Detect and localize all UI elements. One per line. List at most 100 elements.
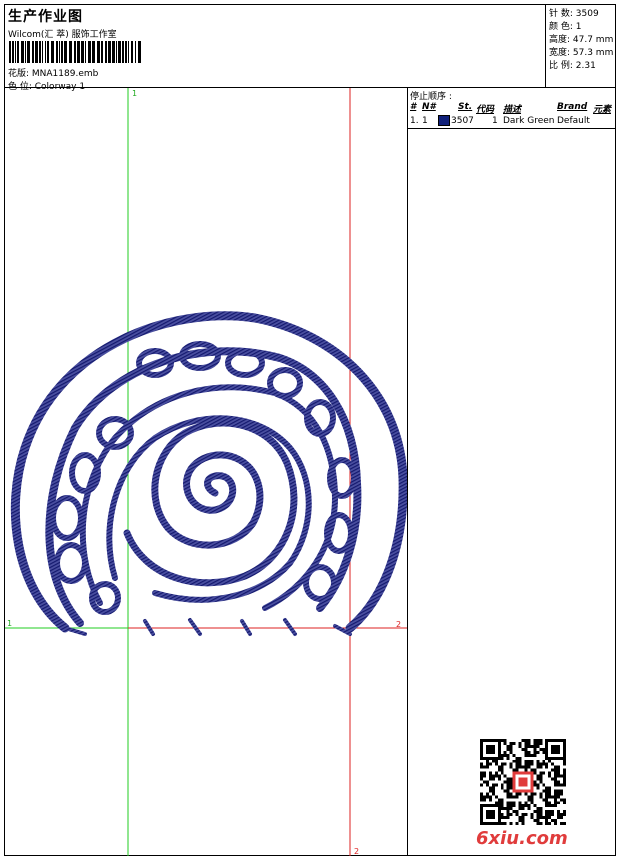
barcode-bar [27, 41, 30, 63]
stat-label: 比 例: [549, 61, 576, 71]
qr-module [480, 765, 483, 769]
qr-module [539, 816, 543, 820]
qr-module [545, 792, 549, 796]
qr-module [539, 795, 543, 799]
qr-module [518, 807, 522, 811]
qr-module [527, 762, 531, 766]
qr-module [536, 762, 540, 766]
barcode-bar [118, 41, 121, 63]
page-title: 生产作业图 [8, 9, 83, 25]
qr-module [554, 771, 558, 775]
qr-module [557, 783, 561, 787]
qr-module [536, 739, 540, 742]
qr-module [545, 798, 549, 802]
qr-module [515, 792, 519, 796]
qr-module [536, 783, 540, 787]
qr-module [536, 777, 540, 781]
qr-module [500, 786, 504, 790]
qr-module [557, 771, 561, 775]
qr-module [557, 789, 561, 793]
qr-module [542, 750, 546, 754]
qr-module [527, 750, 531, 754]
design-file-label: 花版: [8, 69, 32, 79]
qr-module [563, 822, 566, 825]
qr-module [536, 786, 540, 790]
qr-module [494, 771, 498, 775]
qr-module [536, 810, 540, 814]
qr-module [500, 768, 504, 772]
barcode-bar [47, 41, 49, 63]
qr-module [515, 756, 519, 760]
qr-module [527, 765, 531, 769]
qr-module [506, 810, 510, 814]
qr-module [509, 807, 513, 811]
qr-module [512, 810, 516, 814]
qr-module [533, 744, 537, 748]
barcode [9, 41, 141, 63]
header-info: 生产作业图 Wilcom(汇 萃) 服饰工作室 花版: MNA1189.emb … [5, 5, 545, 92]
row-description: Dark Green [503, 116, 555, 126]
qr-module [548, 816, 552, 820]
qr-module [503, 762, 507, 766]
qr-module [563, 774, 566, 778]
qr-module [563, 801, 566, 805]
qr-module [530, 768, 534, 772]
qr-module [533, 783, 537, 787]
qr-module [518, 756, 522, 760]
col-header-stitches: St. [458, 102, 473, 112]
qr-module [560, 816, 564, 820]
stat-label: 高度: [549, 35, 573, 45]
qr-module [503, 774, 507, 778]
stat-colors: 颜 色: 1 [549, 19, 582, 32]
qr-module [536, 813, 540, 817]
qr-module [548, 795, 552, 799]
qr-module [512, 753, 516, 757]
qr-module [509, 801, 513, 805]
qr-module [557, 801, 561, 805]
qr-module [563, 768, 566, 772]
qr-module [506, 744, 510, 748]
qr-module [509, 750, 513, 754]
barcode-bar [97, 41, 100, 63]
qr-module [488, 789, 492, 793]
row-brand: Default [557, 116, 590, 126]
qr-module [485, 765, 489, 769]
qr-module [563, 798, 566, 802]
qr-module [530, 759, 534, 763]
barcode-bar [61, 41, 63, 63]
qr-module [554, 789, 558, 793]
qr-module [551, 813, 555, 817]
qr-module [512, 804, 516, 808]
stat-stitches: 针 数: 3509 [549, 6, 599, 19]
qr-module [518, 759, 522, 763]
qr-module [518, 741, 522, 745]
qr-module [524, 739, 528, 742]
qr-code [480, 739, 566, 825]
qr-module [533, 819, 537, 823]
qr-module [506, 807, 510, 811]
qr-module [533, 810, 537, 814]
qr-module [551, 744, 561, 754]
qr-module [509, 777, 513, 781]
qr-module [500, 822, 504, 825]
qr-module [542, 789, 546, 793]
qr-module [533, 750, 537, 754]
qr-module [542, 759, 546, 763]
barcode-bar [74, 41, 76, 63]
qr-module [536, 819, 540, 823]
qr-module [530, 792, 534, 796]
qr-module [536, 765, 540, 769]
qr-module [557, 774, 561, 778]
barcode-bar [101, 41, 103, 63]
stat-value: 57.3 mm [572, 48, 614, 58]
col-header-element: 元素 [593, 105, 612, 115]
barcode-bar [42, 41, 43, 63]
barcode-bar [125, 41, 127, 63]
qr-module [554, 792, 558, 796]
design-canvas: 1 1 2 2 [5, 88, 407, 856]
qr-module [527, 741, 531, 745]
qr-module [494, 774, 498, 778]
qr-module [521, 807, 525, 811]
qr-module [554, 798, 558, 802]
barcode-bar [12, 41, 14, 63]
